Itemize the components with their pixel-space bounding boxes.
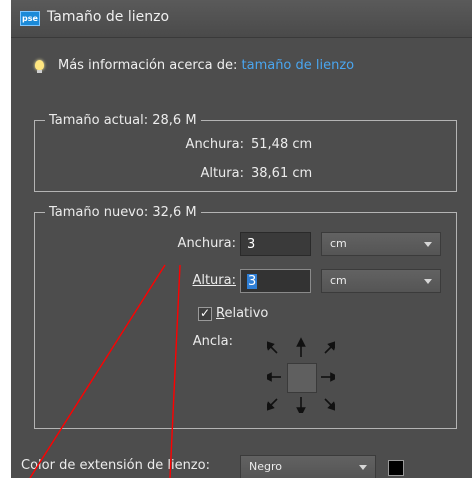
annotation-line-right [169, 264, 181, 478]
annotation-lines [29, 264, 181, 478]
annotation-line-left [29, 264, 166, 478]
